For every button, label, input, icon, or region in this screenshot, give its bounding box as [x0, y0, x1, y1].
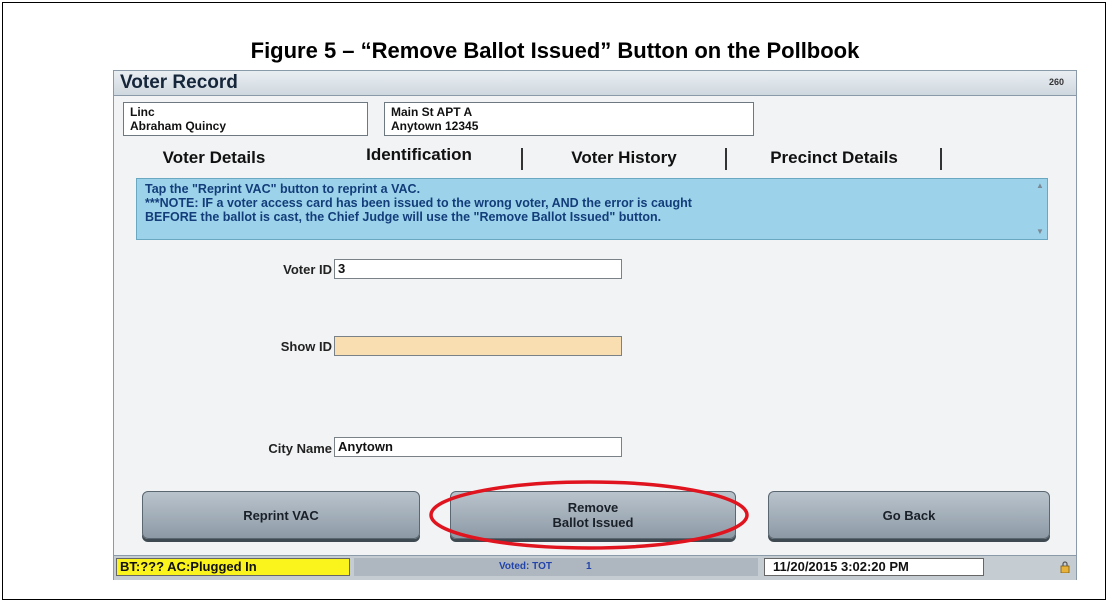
- tab-voter-details[interactable]: Voter Details: [134, 144, 294, 172]
- screen-code: 260: [1048, 77, 1064, 87]
- tab-divider: [725, 148, 727, 170]
- remove-button-label-line-2: Ballot Issued: [552, 515, 634, 530]
- tab-divider: [940, 148, 942, 170]
- note-line-1: Tap the "Reprint VAC" button to reprint …: [145, 182, 421, 196]
- chevron-down-icon[interactable]: ▼: [1036, 228, 1044, 236]
- show-id-label: Show ID: [280, 339, 332, 354]
- tab-voter-history[interactable]: Voter History: [534, 144, 714, 172]
- figure-caption: Figure 5 – “Remove Ballot Issued” Button…: [250, 38, 860, 63]
- voter-name-box: Linc Abraham Quincy: [123, 102, 368, 136]
- status-datetime: 11/20/2015 3:02:20 PM: [764, 558, 984, 576]
- voted-total: Voted: TOT 1: [354, 558, 758, 576]
- tab-divider: [521, 148, 523, 170]
- remove-ballot-issued-button[interactable]: Remove Ballot Issued: [450, 491, 736, 539]
- note-line-3: BEFORE the ballot is cast, the Chief Jud…: [145, 210, 662, 224]
- city-name-field[interactable]: Anytown: [334, 437, 622, 457]
- reprint-vac-button[interactable]: Reprint VAC: [142, 491, 420, 539]
- tab-identification[interactable]: Identification: [334, 141, 504, 169]
- voter-city-zip: Anytown 12345: [391, 119, 479, 133]
- title-bar: Voter Record 260: [114, 71, 1076, 96]
- status-bar: BT:??? AC:Plugged In Voted: TOT 1 11/20/…: [114, 555, 1076, 580]
- city-name-label: City Name: [268, 441, 332, 456]
- voter-last-name: Linc: [130, 105, 155, 119]
- go-back-button[interactable]: Go Back: [768, 491, 1050, 539]
- voter-record-body: Linc Abraham Quincy Main St APT A Anytow…: [114, 96, 1076, 566]
- voted-total-label: Voted: TOT: [499, 561, 552, 572]
- voter-record-window: Voter Record 260 Linc Abraham Quincy Mai…: [113, 70, 1077, 580]
- voter-street: Main St APT A: [391, 105, 473, 119]
- window-title: Voter Record: [120, 72, 238, 93]
- power-status: BT:??? AC:Plugged In: [116, 558, 350, 576]
- lock-icon: [1060, 561, 1070, 573]
- chevron-up-icon[interactable]: ▲: [1036, 182, 1044, 190]
- voter-id-field[interactable]: 3: [334, 259, 622, 279]
- instruction-note: Tap the "Reprint VAC" button to reprint …: [136, 178, 1048, 240]
- remove-button-label-line-1: Remove: [567, 500, 619, 515]
- tab-bar: Voter Details Identification Voter Histo…: [114, 144, 1076, 174]
- note-line-2: ***NOTE: IF a voter access card has been…: [145, 196, 692, 210]
- voter-address-box: Main St APT A Anytown 12345: [384, 102, 754, 136]
- voter-id-label: Voter ID: [283, 262, 332, 277]
- show-id-field[interactable]: [334, 336, 622, 356]
- voted-total-count: 1: [586, 561, 592, 572]
- tab-precinct-details[interactable]: Precinct Details: [736, 144, 932, 172]
- voter-first-name: Abraham Quincy: [130, 119, 227, 133]
